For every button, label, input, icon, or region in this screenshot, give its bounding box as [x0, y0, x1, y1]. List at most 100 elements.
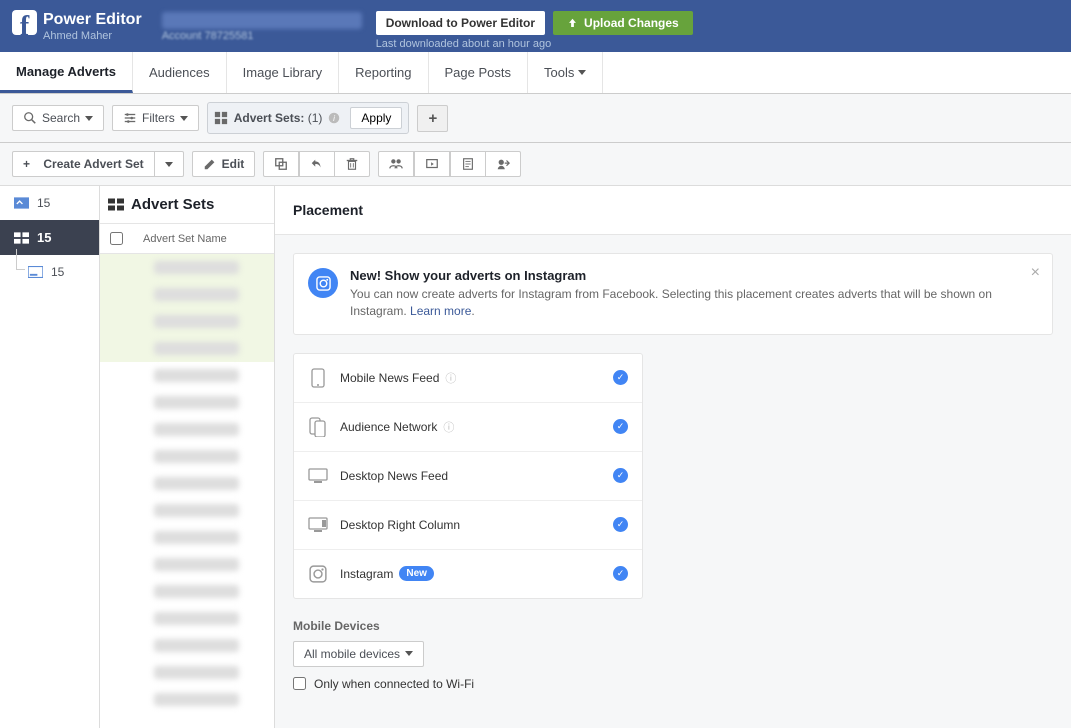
checkmark-icon: ✓ [613, 419, 628, 434]
duplicate-button[interactable] [263, 151, 299, 177]
list-item[interactable] [100, 308, 274, 335]
list-item[interactable] [100, 497, 274, 524]
tab-audiences[interactable]: Audiences [133, 52, 227, 93]
placement-desktop-news-feed[interactable]: Desktop News Feed ✓ [294, 452, 642, 501]
tab-reporting[interactable]: Reporting [339, 52, 428, 93]
checkmark-icon: ✓ [613, 370, 628, 385]
info-icon: ⓘ [445, 370, 456, 386]
list-item[interactable] [100, 551, 274, 578]
mobile-devices-select[interactable]: All mobile devices [293, 641, 424, 667]
list-item[interactable] [100, 605, 274, 632]
notice-title: New! Show your adverts on Instagram [350, 268, 1038, 283]
list-item[interactable] [100, 659, 274, 686]
tab-page-posts[interactable]: Page Posts [429, 52, 529, 93]
checkmark-icon: ✓ [613, 566, 628, 581]
tab-image-library[interactable]: Image Library [227, 52, 339, 93]
apply-button[interactable]: Apply [350, 107, 402, 129]
preview-button[interactable] [414, 151, 450, 177]
desktop-column-icon [308, 515, 328, 535]
checkmark-icon: ✓ [613, 468, 628, 483]
placement-label: Mobile News Feed [340, 371, 439, 385]
add-filter-button[interactable]: + [417, 105, 448, 132]
filters-icon [123, 111, 137, 125]
wifi-only-checkbox[interactable] [293, 677, 306, 690]
select-all-checkbox[interactable] [110, 232, 123, 245]
report-icon [461, 157, 475, 171]
app-header: f Power Editor Ahmed Maher Account 78725… [0, 0, 1071, 52]
nav-adsets[interactable]: 15 [0, 220, 99, 255]
last-download-timestamp: Last downloaded about an hour ago [376, 38, 693, 50]
main-area: 15 15 15 Advert Sets Advert Set Name [0, 186, 1071, 728]
revert-button[interactable] [299, 151, 335, 177]
list-item[interactable] [100, 335, 274, 362]
undo-icon [310, 157, 324, 171]
instagram-icon [308, 268, 338, 298]
list-item[interactable] [100, 686, 274, 713]
report-button[interactable] [450, 151, 486, 177]
audience-icon [389, 157, 403, 171]
ad-icon [28, 266, 43, 278]
filters-button[interactable]: Filters [112, 105, 199, 131]
audience-network-icon [308, 417, 328, 437]
adset-list[interactable] [100, 254, 274, 728]
download-button[interactable]: Download to Power Editor [376, 11, 545, 35]
list-item[interactable] [100, 443, 274, 470]
placement-label: Desktop News Feed [340, 469, 448, 483]
adset-icon [14, 232, 29, 244]
nav-campaigns[interactable]: 15 [0, 186, 99, 220]
checkmark-icon: ✓ [613, 517, 628, 532]
nav-ads[interactable]: 15 [0, 255, 99, 289]
instagram-notice: New! Show your adverts on Instagram You … [293, 253, 1053, 335]
user-name: Ahmed Maher [43, 30, 142, 42]
toolbar: + Create Advert Set Edit [0, 143, 1071, 186]
list-item[interactable] [100, 416, 274, 443]
new-badge: New [399, 566, 434, 581]
placement-label: Instagram [340, 567, 393, 581]
close-icon[interactable]: × [1031, 264, 1040, 282]
export-icon [496, 157, 510, 171]
adset-icon [108, 198, 124, 211]
tab-manage-adverts[interactable]: Manage Adverts [0, 52, 133, 93]
adset-list-title: Advert Sets [108, 196, 266, 213]
search-button[interactable]: Search [12, 105, 104, 131]
list-item[interactable] [100, 254, 274, 281]
placement-audience-network[interactable]: Audience Network ⓘ ✓ [294, 403, 642, 452]
learn-more-link[interactable]: Learn more [410, 304, 471, 318]
delete-button[interactable] [335, 151, 370, 177]
filter-chip-adsets[interactable]: Advert Sets: (1) i Apply [207, 102, 410, 134]
panel-title: Placement [275, 186, 1071, 235]
wifi-only-label: Only when connected to Wi-Fi [314, 677, 474, 691]
list-item[interactable] [100, 578, 274, 605]
upload-button[interactable]: Upload Changes [553, 11, 693, 35]
mobile-devices-title: Mobile Devices [293, 619, 1053, 633]
mobile-icon [308, 368, 328, 388]
col-name: Advert Set Name [143, 233, 227, 245]
edit-button[interactable]: Edit [192, 151, 256, 177]
list-item[interactable] [100, 524, 274, 551]
pencil-icon [203, 157, 217, 171]
export-button[interactable] [486, 151, 521, 177]
account-label: Account 78725581 [162, 30, 254, 42]
placement-mobile-news-feed[interactable]: Mobile News Feed ⓘ ✓ [294, 354, 642, 403]
list-item[interactable] [100, 281, 274, 308]
placement-desktop-right-column[interactable]: Desktop Right Column ✓ [294, 501, 642, 550]
desktop-icon [308, 466, 328, 486]
adset-list-panel: Advert Sets Advert Set Name [100, 186, 275, 728]
list-item[interactable] [100, 632, 274, 659]
chevron-down-icon [405, 651, 413, 656]
audience-tool-button[interactable] [378, 151, 414, 177]
list-item[interactable] [100, 389, 274, 416]
placement-instagram[interactable]: Instagram New ✓ [294, 550, 642, 598]
info-icon: ⓘ [443, 419, 454, 435]
search-icon [23, 111, 37, 125]
create-dropdown[interactable] [155, 151, 184, 177]
chevron-down-icon [578, 70, 586, 75]
info-icon: i [328, 112, 340, 124]
list-item[interactable] [100, 470, 274, 497]
tab-tools[interactable]: Tools [528, 52, 603, 93]
nav-tabs: Manage Adverts Audiences Image Library R… [0, 52, 1071, 94]
account-name-redacted [162, 12, 362, 29]
list-item[interactable] [100, 362, 274, 389]
create-advert-set-button[interactable]: + Create Advert Set [12, 151, 155, 177]
upload-icon [567, 18, 578, 29]
